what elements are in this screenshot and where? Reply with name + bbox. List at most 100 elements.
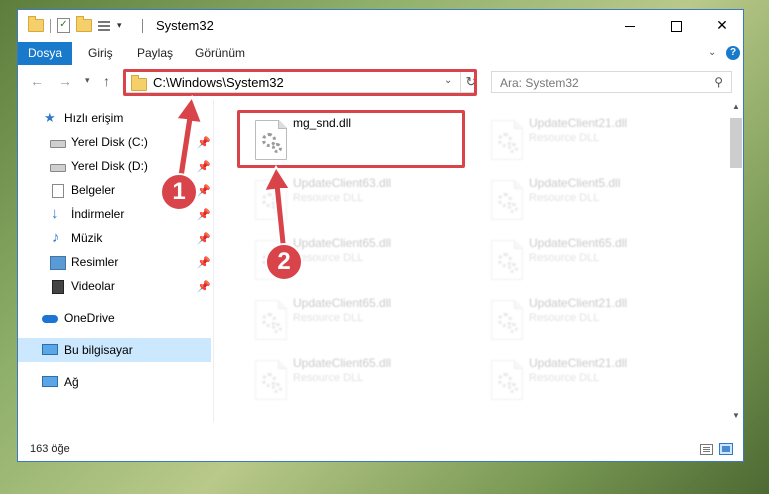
maximize-button[interactable]: [653, 10, 699, 40]
search-input[interactable]: Ara: System32 ⚲: [491, 71, 732, 93]
large-icons-view-icon[interactable]: [719, 443, 733, 455]
file-type: Resource DLL: [529, 372, 600, 384]
file-type: Resource DLL: [529, 252, 600, 264]
pin-icon[interactable]: 📌: [197, 179, 211, 203]
title-divider: [142, 19, 143, 33]
file-name: UpdateClient5.dll: [529, 176, 621, 190]
expand-ribbon-icon[interactable]: ⌄: [708, 47, 716, 58]
file-type: Resource DLL: [529, 192, 600, 204]
file-name: UpdateClient63.dll: [293, 176, 392, 190]
document-icon: [52, 184, 64, 198]
sidebar-item-label: Yerel Disk (D:): [71, 159, 148, 173]
new-folder-icon[interactable]: [76, 16, 92, 32]
sidebar-item-label: Ağ: [64, 375, 79, 389]
pin-icon[interactable]: 📌: [197, 155, 211, 179]
qat-dropdown-icon[interactable]: ▾: [117, 20, 122, 31]
file-item[interactable]: UpdateClient21.dll Resource DLL: [479, 352, 699, 404]
sidebar-item-label: İndirmeler: [71, 207, 125, 221]
scroll-down-icon[interactable]: ▼: [732, 411, 740, 420]
file-type: Resource DLL: [293, 252, 364, 264]
sidebar-item-this-pc[interactable]: Bu bilgisayar: [18, 338, 211, 362]
sidebar-item-label: Belgeler: [71, 183, 116, 197]
sidebar-item-onedrive[interactable]: OneDrive: [18, 306, 211, 330]
pin-icon[interactable]: 📌: [197, 203, 211, 227]
drive-icon: [50, 140, 66, 148]
file-name: UpdateClient21.dll: [529, 356, 628, 370]
sidebar-item-network[interactable]: Ağ: [18, 370, 211, 394]
customize-icon[interactable]: [98, 20, 111, 32]
sidebar-item-label: Bu bilgisayar: [64, 343, 133, 357]
sidebar-item-local-disk-c[interactable]: Yerel Disk (C:) 📌: [18, 130, 211, 154]
navigation-pane: ★ Hızlı erişim Yerel Disk (C:) 📌 Yerel D…: [18, 104, 213, 422]
folder-icon: [28, 16, 44, 32]
pin-icon[interactable]: 📌: [197, 275, 211, 299]
up-button[interactable]: ↑: [103, 73, 110, 89]
tab-home[interactable]: Giriş: [88, 42, 113, 65]
network-icon: [42, 376, 58, 387]
scroll-thumb[interactable]: [730, 118, 742, 168]
tab-view[interactable]: Görünüm: [195, 42, 245, 65]
dll-file-icon: [491, 360, 523, 400]
file-type: Resource DLL: [529, 312, 600, 324]
dll-file-icon: [255, 180, 287, 220]
file-name: UpdateClient65.dll: [293, 296, 392, 310]
download-icon: ↓: [51, 205, 59, 222]
file-name: UpdateClient21.dll: [529, 116, 628, 130]
file-item[interactable]: UpdateClient5.dll Resource DLL: [479, 172, 699, 224]
file-highlight: [237, 110, 465, 168]
sidebar-item-videos[interactable]: Videolar 📌: [18, 274, 211, 298]
dll-file-icon: [491, 180, 523, 220]
recent-locations-icon[interactable]: ▾: [85, 75, 90, 86]
file-name: UpdateClient21.dll: [529, 296, 628, 310]
file-name: UpdateClient65.dll: [293, 356, 392, 370]
computer-icon: [42, 344, 58, 355]
tab-file[interactable]: Dosya: [18, 42, 72, 65]
file-item[interactable]: UpdateClient65.dll Resource DLL: [243, 292, 463, 344]
dll-file-icon: [491, 300, 523, 340]
close-button[interactable]: ✕: [699, 10, 743, 40]
status-bar: 163 öğe: [18, 438, 743, 461]
file-item[interactable]: UpdateClient65.dll Resource DLL: [479, 232, 699, 284]
window-title: System32: [156, 18, 214, 33]
pane-divider: [213, 100, 214, 422]
back-button[interactable]: ←: [30, 73, 44, 89]
item-count: 163 öğe: [30, 443, 70, 455]
vertical-scrollbar[interactable]: ▲ ▼: [728, 100, 743, 422]
pin-icon[interactable]: 📌: [197, 227, 211, 251]
pictures-icon: [50, 256, 66, 270]
help-icon[interactable]: ?: [726, 46, 740, 60]
sidebar-item-pictures[interactable]: Resimler 📌: [18, 250, 211, 274]
file-item[interactable]: UpdateClient21.dll Resource DLL: [479, 292, 699, 344]
sidebar-item-label: Hızlı erişim: [64, 111, 124, 125]
file-item[interactable]: UpdateClient65.dll Resource DLL: [243, 352, 463, 404]
sidebar-item-label: Videolar: [71, 279, 115, 293]
scroll-up-icon[interactable]: ▲: [732, 102, 740, 111]
properties-check-icon[interactable]: ✓: [57, 18, 70, 33]
file-name: UpdateClient65.dll: [293, 236, 392, 250]
sidebar-item-quick-access[interactable]: ★ Hızlı erişim: [18, 106, 211, 130]
file-name: UpdateClient65.dll: [529, 236, 628, 250]
sidebar-item-label: Yerel Disk (C:): [71, 135, 148, 149]
file-item[interactable]: UpdateClient63.dll Resource DLL: [243, 172, 463, 224]
pin-icon[interactable]: 📌: [197, 251, 211, 275]
sidebar-item-label: OneDrive: [64, 311, 115, 325]
search-placeholder: Ara: System32: [500, 76, 579, 90]
sidebar-item-music[interactable]: ♪ Müzik 📌: [18, 226, 211, 250]
drive-icon: [50, 164, 66, 172]
minimize-button[interactable]: [607, 10, 653, 40]
pin-icon[interactable]: 📌: [197, 131, 211, 155]
sidebar-item-label: Müzik: [71, 231, 103, 245]
toolbar-divider: [50, 18, 51, 33]
quick-access-toolbar: ✓ ▾: [28, 16, 122, 33]
ribbon-tabs: Dosya Giriş Paylaş Görünüm ⌄ ?: [18, 42, 743, 65]
file-item[interactable]: UpdateClient21.dll Resource DLL: [479, 112, 699, 164]
search-icon[interactable]: ⚲: [714, 75, 723, 89]
dll-file-icon: [255, 300, 287, 340]
tab-share[interactable]: Paylaş: [137, 42, 173, 65]
file-type: Resource DLL: [529, 132, 600, 144]
details-view-icon[interactable]: [700, 444, 713, 455]
dll-file-icon: [491, 240, 523, 280]
sidebar-item-label: Resimler: [71, 255, 119, 269]
forward-button[interactable]: →: [58, 73, 72, 89]
navigation-bar: ← → ▾ ↑ C:\Windows\System32 ⌄ ↻ Ara: Sys…: [18, 67, 743, 97]
